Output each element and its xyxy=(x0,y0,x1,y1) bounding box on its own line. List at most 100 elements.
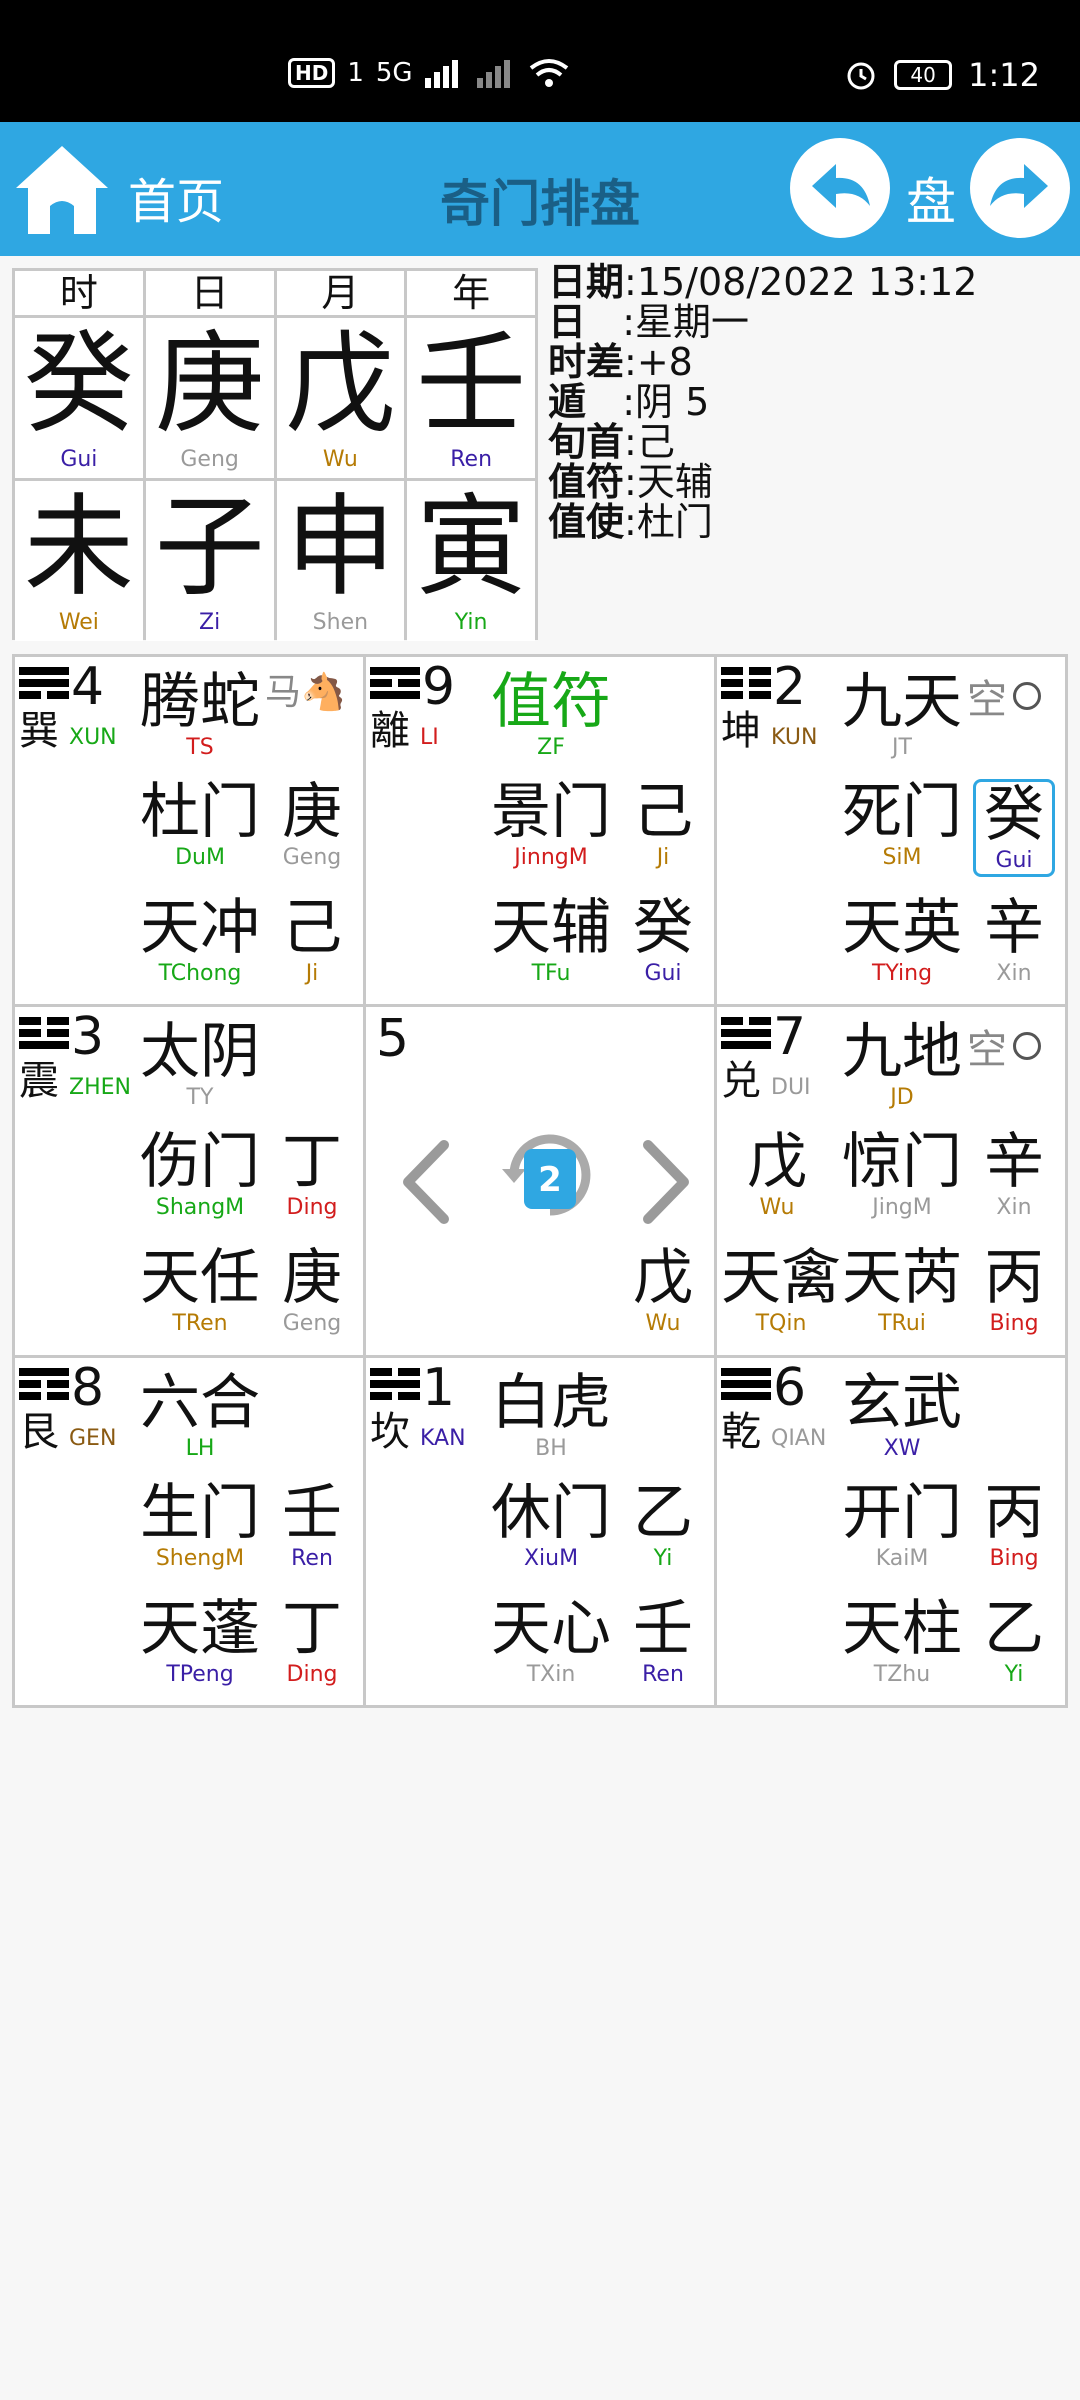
stem-char: 癸 xyxy=(23,320,134,448)
info-key: 遁 xyxy=(548,380,587,424)
extra-heaven-stem: 戊 Wu xyxy=(737,1129,817,1221)
door: 伤门 ShangM xyxy=(135,1129,265,1221)
extra-star-name: 天禽 xyxy=(721,1243,841,1314)
signal-icon xyxy=(424,60,458,88)
heaven-stem-char: 辛 xyxy=(984,1127,1044,1198)
branch-char: 寅 xyxy=(416,483,527,611)
info-row: 遁 :阴 5 xyxy=(548,382,977,422)
trigram-kan-icon xyxy=(370,1367,420,1408)
heaven-stem-highlighted: 癸 Gui xyxy=(973,779,1055,877)
palace-xun[interactable]: 4 巽 XUN 马🐴 腾蛇 TS 杜门 DuM 庚 Geng 天冲 TChong 己 Ji xyxy=(15,657,363,1005)
star: 天辅 TFu xyxy=(486,895,616,987)
star-pinyin: TChong xyxy=(158,961,242,986)
deity-pinyin: JT xyxy=(892,735,912,760)
star: 天蓬 TPeng xyxy=(135,1596,265,1688)
info-value: :星期一 xyxy=(586,300,750,344)
earth-stem-char: 戊 xyxy=(633,1243,693,1314)
gua-name: 艮 xyxy=(19,1408,59,1455)
palace-number: 9 xyxy=(422,657,456,717)
status-left: HD 1 5G xyxy=(288,58,569,88)
deity-pinyin: LH xyxy=(185,1435,215,1461)
pan-label: 盘 xyxy=(906,173,956,231)
back-button[interactable] xyxy=(790,138,890,238)
deity: 值符 ZF xyxy=(486,669,616,761)
info-row: 日期:15/08/2022 13:12 xyxy=(548,262,977,302)
gua-pinyin: KUN xyxy=(771,725,818,750)
heaven-stem-char: 壬 xyxy=(282,1477,342,1548)
gua-name: 震 xyxy=(19,1058,59,1105)
palace-li[interactable]: 9 離 LI 值符 ZF 景门 JinngM 己 Ji 天辅 TFu 癸 Gui xyxy=(366,657,714,1005)
earth-stem: 辛 Xin xyxy=(973,895,1055,987)
info-row: 值使:杜门 xyxy=(548,502,977,542)
star: 天英 TYing xyxy=(837,895,967,987)
info-key: 旬首 xyxy=(548,420,625,464)
extra-heaven-stem-pinyin: Wu xyxy=(759,1195,795,1221)
gua-name: 乾 xyxy=(721,1408,761,1455)
trigram-dui-icon xyxy=(721,1017,771,1057)
stem-hour: 癸 Gui xyxy=(15,318,143,478)
extra-star-pinyin: TQin xyxy=(755,1311,807,1337)
four-pillars: 时 日 月 年 癸 Gui 庚 Geng 戊 Wu 壬 Ren 未 Wei 子 Zi 申 Sh… xyxy=(12,268,538,641)
heaven-stem-pinyin: Ding xyxy=(286,1195,338,1221)
heaven-stem: 庚 Geng xyxy=(271,779,353,871)
signal-2-icon xyxy=(476,60,510,88)
palace-kun[interactable]: 2 坤 KUN 空 九天 JT 死门 SiM 癸 Gui 天英 TYing 辛 Xin xyxy=(717,657,1065,1005)
info-value: :阴 5 xyxy=(586,380,710,424)
heaven-stem-pinyin: Geng xyxy=(282,845,342,870)
info-value: :杜门 xyxy=(624,500,713,544)
branch-char: 子 xyxy=(154,483,265,611)
deity-name: 玄武 xyxy=(842,1367,962,1438)
chevron-right-icon[interactable] xyxy=(636,1137,696,1227)
deity: 九地 JD xyxy=(837,1019,967,1111)
horse-star: 马🐴 xyxy=(265,672,346,713)
deity: 白虎 BH xyxy=(486,1370,616,1462)
door: 杜门 DuM xyxy=(135,779,265,871)
info-value: :15/08/2022 13:12 xyxy=(624,260,978,304)
forward-button[interactable] xyxy=(970,138,1070,238)
earth-stem-pinyin: Gui xyxy=(644,961,682,986)
star-pinyin: TRen xyxy=(172,1311,228,1337)
star: 天芮 TRui xyxy=(837,1245,967,1337)
door-name: 休门 xyxy=(491,1477,611,1548)
chevron-left-icon[interactable] xyxy=(396,1137,456,1227)
star: 天任 TRen xyxy=(135,1245,265,1337)
heaven-stem-pinyin: Ren xyxy=(291,1545,333,1571)
pillar-head-hour: 时 xyxy=(15,271,143,315)
info-row: 时差:+8 xyxy=(548,342,977,382)
star: 天心 TXin xyxy=(486,1596,616,1688)
redo-arrow-icon xyxy=(990,164,1048,208)
deity: 九天 JT xyxy=(837,669,967,761)
star: 天冲 TChong xyxy=(135,895,265,987)
gua-name: 巽 xyxy=(19,708,59,754)
page-toggle-icon[interactable]: 2 xyxy=(494,1117,604,1227)
stem-pinyin: Gui xyxy=(60,447,98,472)
branch-pinyin: Wei xyxy=(58,610,99,635)
extra-star: 天禽 TQin xyxy=(721,1245,841,1337)
palace-zhen[interactable]: 3 震 ZHEN 太阴 TY 伤门 ShangM 丁 Ding 天任 TRen 庚 Gen… xyxy=(15,1007,363,1355)
star-name: 天冲 xyxy=(140,893,260,963)
earth-stem-pinyin: Xin xyxy=(996,961,1032,986)
deity: 六合 LH xyxy=(135,1370,265,1462)
nine-palace-grid: 4 巽 XUN 马🐴 腾蛇 TS 杜门 DuM 庚 Geng 天冲 TChong 己 Ji… xyxy=(12,654,1068,1708)
branch-pinyin: Shen xyxy=(312,610,369,635)
stem-char: 戊 xyxy=(285,320,396,448)
stem-char: 壬 xyxy=(416,320,527,448)
palace-number: 7 xyxy=(773,1007,807,1068)
pillar-head-year: 年 xyxy=(407,271,535,315)
palace-gen[interactable]: 8 艮 GEN 六合 LH 生门 ShengM 壬 Ren 天蓬 TPeng 丁 Ding xyxy=(15,1357,363,1705)
palace-dui[interactable]: 7 兑 DUI 空 九地 JD 戊 Wu 惊门 JingM 辛 Xin 天禽 TQin 天… xyxy=(717,1007,1065,1355)
sim-indicator: 1 xyxy=(347,58,364,88)
hd-badge: HD xyxy=(288,58,336,88)
palace-kan[interactable]: 1 坎 KAN 白虎 BH 休门 XiuM 乙 Yi 天心 TXin 壬 Ren xyxy=(366,1357,714,1705)
heaven-stem: 丙 Bing xyxy=(973,1480,1055,1572)
trigram-gen-icon xyxy=(19,1367,69,1408)
undo-arrow-icon xyxy=(812,164,870,208)
earth-stem-char: 丙 xyxy=(984,1243,1044,1314)
deity-pinyin: TS xyxy=(186,735,214,760)
palace-qian[interactable]: 6 乾 QIAN 玄武 XW 开门 KaiM 丙 Bing 天柱 TZhu 乙 Yi xyxy=(717,1357,1065,1705)
door-pinyin: JinngM xyxy=(514,845,588,870)
void-label: 空 xyxy=(967,677,1007,723)
deity-pinyin: TY xyxy=(186,1085,214,1111)
stem-day: 庚 Geng xyxy=(145,318,274,478)
earth-stem-char: 庚 xyxy=(282,1243,342,1314)
